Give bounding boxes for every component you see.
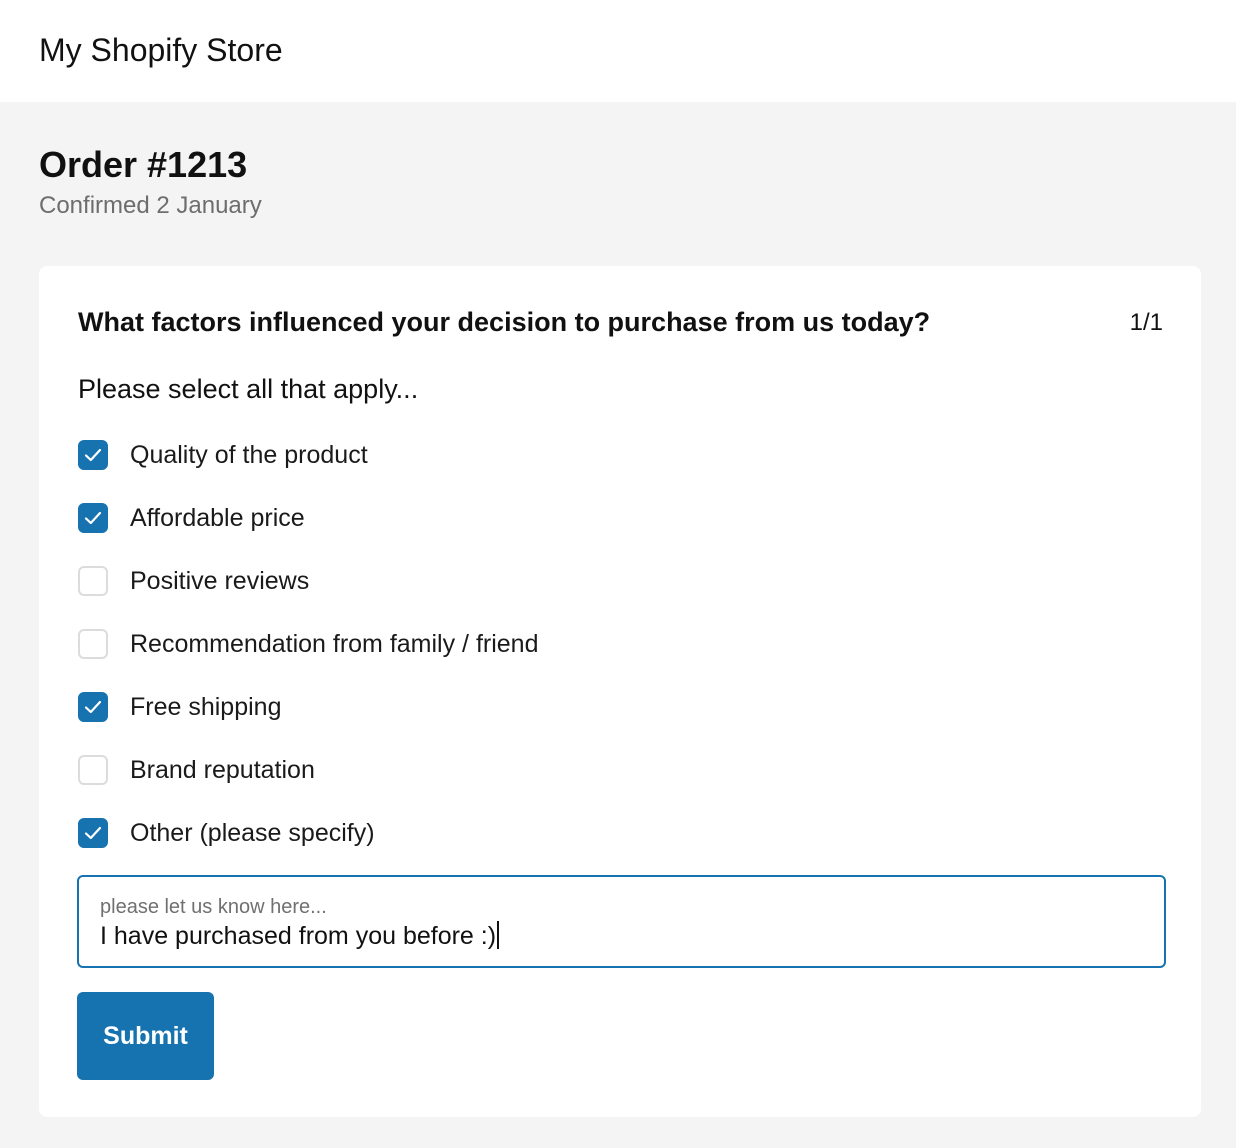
- option-label: Other (please specify): [130, 819, 375, 847]
- other-field-placeholder: please let us know here...: [100, 896, 327, 918]
- option-label: Quality of the product: [130, 441, 368, 469]
- checkbox[interactable]: [78, 440, 108, 470]
- question-counter: 1/1: [1129, 309, 1163, 336]
- other-field-input[interactable]: I have purchased from you before :): [100, 921, 500, 951]
- store-header: My Shopify Store: [0, 0, 1236, 102]
- option-positive-reviews[interactable]: Positive reviews: [78, 564, 309, 598]
- other-specify-field[interactable]: please let us know here... I have purcha…: [77, 875, 1166, 968]
- option-label: Positive reviews: [130, 567, 310, 595]
- survey-prompt: Please select all that apply...: [78, 374, 419, 404]
- option-quality-of-product[interactable]: Quality of the product: [78, 438, 368, 472]
- survey-card: What factors influenced your decision to…: [39, 266, 1201, 1117]
- checkbox[interactable]: [78, 629, 108, 659]
- survey-question: What factors influenced your decision to…: [78, 307, 931, 337]
- store-name[interactable]: My Shopify Store: [39, 30, 283, 70]
- checkbox[interactable]: [78, 755, 108, 785]
- order-title: Order #1213: [39, 144, 248, 185]
- text-caret: [497, 921, 500, 949]
- submit-button[interactable]: Submit: [77, 992, 214, 1080]
- checkmark-icon: [84, 826, 102, 840]
- option-other[interactable]: Other (please specify): [78, 816, 375, 850]
- option-free-shipping[interactable]: Free shipping: [78, 690, 281, 724]
- order-confirmation-date: Confirmed 2 January: [39, 192, 262, 219]
- checkmark-icon: [84, 448, 102, 462]
- option-label: Affordable price: [130, 504, 305, 532]
- checkmark-icon: [84, 700, 102, 714]
- checkbox[interactable]: [78, 818, 108, 848]
- checkbox[interactable]: [78, 566, 108, 596]
- option-label: Free shipping: [130, 693, 282, 721]
- option-brand-reputation[interactable]: Brand reputation: [78, 753, 315, 787]
- checkmark-icon: [84, 511, 102, 525]
- option-label: Recommendation from family / friend: [130, 630, 539, 658]
- option-label: Brand reputation: [130, 756, 315, 784]
- option-recommendation[interactable]: Recommendation from family / friend: [78, 627, 538, 661]
- checkbox[interactable]: [78, 503, 108, 533]
- option-affordable-price[interactable]: Affordable price: [78, 501, 305, 535]
- other-field-value: I have purchased from you before :): [100, 922, 497, 950]
- checkbox[interactable]: [78, 692, 108, 722]
